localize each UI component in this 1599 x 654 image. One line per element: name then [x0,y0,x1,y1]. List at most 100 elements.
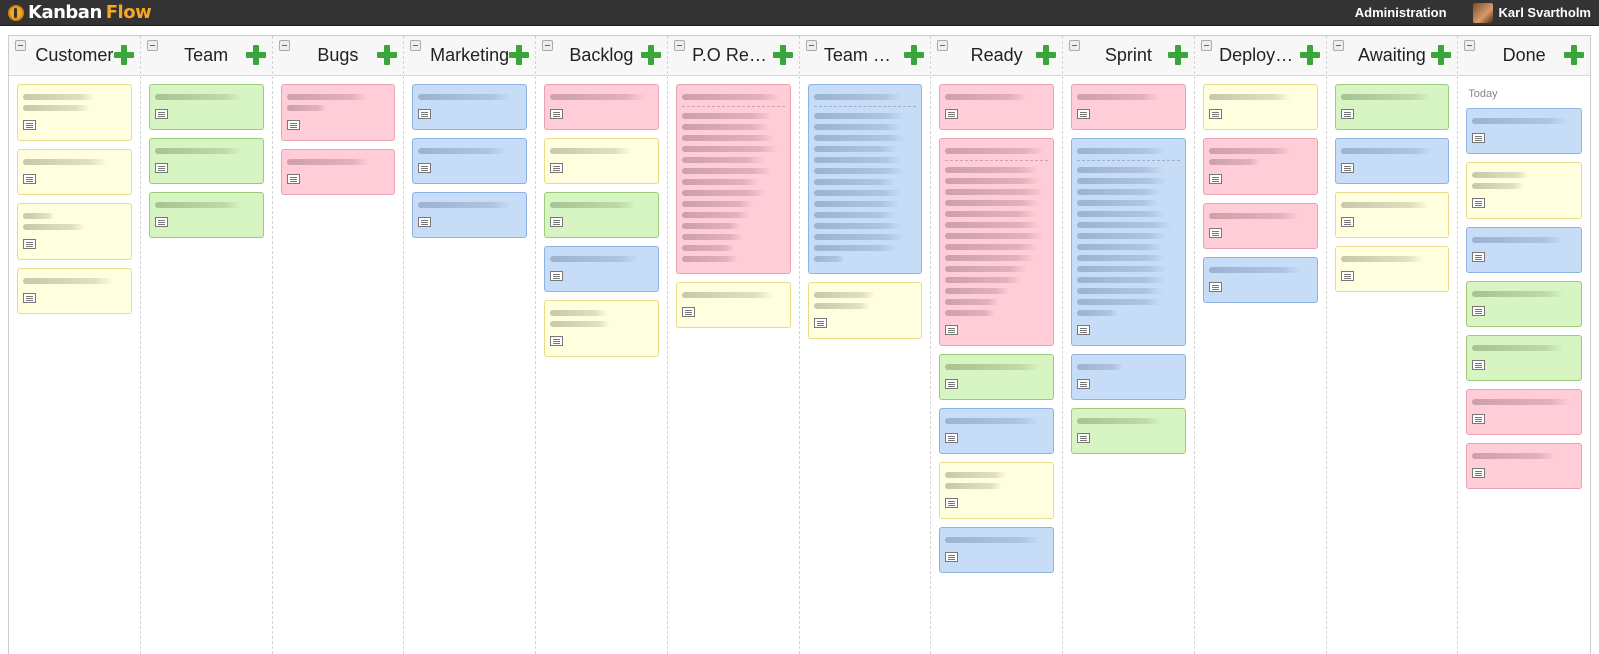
task-card[interactable] [939,354,1054,400]
task-text-line [1340,148,1433,154]
task-card[interactable] [807,282,923,339]
task-card[interactable] [939,408,1054,454]
add-task-icon[interactable] [509,45,529,65]
task-card[interactable] [1071,84,1186,130]
task-card[interactable] [1202,84,1318,130]
task-card[interactable] [280,84,396,141]
task-card[interactable] [544,138,659,184]
task-text-line [813,157,902,163]
task-card[interactable] [1071,408,1186,454]
collapse-icon[interactable] [673,40,685,51]
collapse-icon[interactable] [937,40,949,51]
collapse-icon[interactable] [805,40,817,51]
board-column: Ready [931,36,1063,654]
task-card[interactable] [544,192,659,238]
task-card[interactable] [1466,389,1582,435]
task-card[interactable] [939,84,1054,130]
task-card[interactable] [1071,354,1186,400]
add-task-icon[interactable] [1167,45,1188,65]
task-card[interactable] [1334,138,1450,184]
task-text-line [1077,266,1168,272]
add-task-icon[interactable] [772,45,793,65]
task-card[interactable] [544,246,659,292]
task-card[interactable] [807,84,923,274]
task-card[interactable] [1334,246,1450,292]
add-task-icon[interactable] [245,45,266,65]
collapse-icon[interactable] [15,40,26,51]
collapse-icon[interactable] [1200,40,1212,51]
app-logo[interactable]: Kanban Flow [8,2,152,23]
collapse-icon[interactable] [542,40,553,51]
board-column: Backlog [536,36,668,654]
description-icon [1208,281,1222,292]
task-card[interactable] [17,84,132,141]
collapse-icon[interactable] [1464,40,1476,51]
kanbanflow-logo-icon [8,4,24,21]
task-text-line [813,94,902,100]
task-card[interactable] [939,138,1054,346]
task-text-line [945,299,999,305]
collapse-icon[interactable] [278,40,290,51]
column-title: Marketing [430,45,510,65]
task-card[interactable] [412,192,527,238]
board-column: Marketing [404,36,536,654]
task-card[interactable] [412,138,527,184]
description-icon [1208,173,1222,184]
add-task-icon[interactable] [640,45,661,65]
column-title: Done [1502,45,1546,65]
user-menu[interactable]: Karl Svartholm [1472,2,1591,23]
task-card[interactable] [1334,84,1450,130]
column-title: Customer [35,45,114,65]
administration-link[interactable]: Administration [1355,5,1447,20]
task-text-line [1077,255,1166,261]
task-card[interactable] [1466,443,1582,489]
task-card[interactable] [280,149,396,195]
task-card[interactable] [1202,138,1318,195]
add-task-icon[interactable] [377,45,398,65]
task-card[interactable] [1466,335,1582,381]
collapse-icon[interactable] [1332,40,1344,51]
task-text-line [681,256,739,262]
task-text-line [813,146,898,152]
task-text-line [681,212,750,218]
add-task-icon[interactable] [1299,45,1320,65]
task-card[interactable] [17,203,132,260]
task-card[interactable] [148,138,264,184]
task-card[interactable] [1334,192,1450,238]
task-card[interactable] [939,462,1054,519]
task-card[interactable] [148,192,264,238]
task-card[interactable] [1202,203,1318,249]
add-task-icon[interactable] [1036,45,1056,65]
description-icon [945,378,959,389]
add-task-icon[interactable] [904,45,925,65]
task-card[interactable] [544,84,659,130]
task-text-line [23,213,54,219]
task-text-line [1208,94,1291,100]
task-card[interactable] [544,300,659,357]
task-card[interactable] [148,84,264,130]
task-text-line [813,303,870,309]
task-card[interactable] [1466,281,1582,327]
task-card[interactable] [1202,257,1318,303]
task-card[interactable] [1466,162,1582,219]
task-card[interactable] [17,149,132,195]
task-card[interactable] [1466,108,1582,154]
task-card[interactable] [17,268,132,314]
board-column: Deployment [1194,36,1327,654]
description-icon [23,238,36,249]
task-card[interactable] [412,84,527,130]
task-card[interactable] [1466,227,1582,273]
task-card[interactable] [675,84,791,274]
task-text-line [945,211,1036,217]
add-task-icon[interactable] [1564,45,1584,65]
collapse-icon[interactable] [410,40,422,51]
collapse-icon[interactable] [1069,40,1080,51]
task-list [141,76,272,246]
task-card[interactable] [939,527,1054,573]
add-task-icon[interactable] [113,45,134,65]
task-card[interactable] [675,282,791,328]
description-icon [550,108,563,119]
collapse-icon[interactable] [146,40,158,51]
task-card[interactable] [1071,138,1186,346]
add-task-icon[interactable] [1431,45,1452,65]
